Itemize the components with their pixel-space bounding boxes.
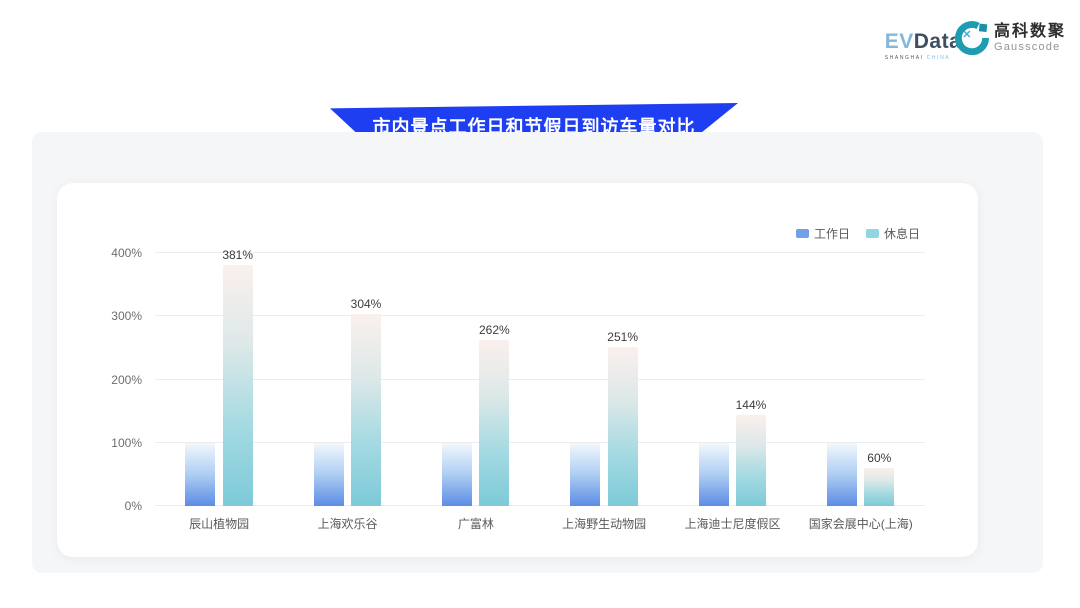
bar-休息日[interactable]: [608, 347, 638, 506]
data-label: 144%: [736, 398, 767, 412]
bar-工作日[interactable]: [185, 443, 215, 506]
bar-column: 304%: [351, 297, 382, 506]
bar-group: 304%: [283, 253, 411, 506]
bar-column: 60%: [864, 451, 894, 506]
category-label: 广富林: [412, 515, 540, 532]
bar-group: 60%: [797, 253, 925, 506]
bar-column: 262%: [479, 323, 510, 506]
data-label: 251%: [607, 330, 638, 344]
bar-工作日[interactable]: [827, 443, 857, 506]
data-label: 381%: [222, 248, 253, 262]
bar-工作日[interactable]: [314, 443, 344, 506]
bar-工作日[interactable]: [442, 443, 472, 506]
category-label: 上海野生动物园: [540, 515, 668, 532]
gausscode-name-cn: 高科数聚: [994, 23, 1066, 41]
bar-休息日[interactable]: [351, 314, 381, 506]
bar-column: [570, 443, 600, 506]
legend-item-工作日[interactable]: 工作日: [796, 225, 850, 242]
bar-休息日[interactable]: [223, 265, 253, 506]
bar-column: [185, 443, 215, 506]
chart-legend: 工作日 休息日: [796, 225, 920, 242]
category-axis: 辰山植物园上海欢乐谷广富林上海野生动物园上海迪士尼度假区国家会展中心(上海): [155, 515, 925, 532]
chart-panel: 工作日 休息日 0% 100% 200% 300% 400% 381% 304% 262% 251…: [32, 132, 1043, 573]
legend-item-休息日[interactable]: 休息日: [866, 225, 920, 242]
evdata-logo-subtitle: SHANGHAI CHINA: [885, 55, 972, 61]
bar-column: 251%: [607, 330, 638, 506]
data-label: 60%: [867, 451, 891, 465]
bar-group: 251%: [540, 253, 668, 506]
category-label: 国家会展中心(上海): [797, 515, 925, 532]
data-label: 304%: [351, 297, 382, 311]
plot-area: 0%100%200%300%400%381%304%262%251%144%60…: [155, 253, 925, 506]
y-axis-tick: 400%: [111, 246, 142, 260]
legend-label: 工作日: [814, 225, 850, 242]
gausscode-g-icon: [955, 21, 989, 55]
bar-group: 381%: [155, 253, 283, 506]
bar-工作日[interactable]: [570, 443, 600, 506]
bar-column: [442, 443, 472, 506]
legend-swatch: [796, 229, 809, 238]
bar-column: [827, 443, 857, 506]
gausscode-logo: 高科数聚 Gausscode: [955, 21, 1066, 55]
bar-groups: 381% 304% 262% 251% 144% 60%: [155, 253, 925, 506]
data-label: 262%: [479, 323, 510, 337]
bar-休息日[interactable]: [736, 415, 766, 506]
bar-column: 144%: [736, 398, 767, 506]
bar-group: 144%: [668, 253, 796, 506]
category-label: 上海迪士尼度假区: [668, 515, 796, 532]
bar-chart: 0%100%200%300%400%381%304%262%251%144%60…: [155, 253, 925, 532]
gausscode-name-en: Gausscode: [994, 41, 1066, 53]
y-axis-tick: 300%: [111, 309, 142, 323]
y-axis-tick: 100%: [111, 436, 142, 450]
bar-group: 262%: [412, 253, 540, 506]
category-label: 上海欢乐谷: [283, 515, 411, 532]
y-axis-tick: 0%: [125, 499, 142, 513]
bar-工作日[interactable]: [699, 443, 729, 506]
y-axis-tick: 200%: [111, 373, 142, 387]
chart-card: 工作日 休息日 0% 100% 200% 300% 400% 381% 304% 262% 251…: [57, 183, 978, 557]
legend-swatch: [866, 229, 879, 238]
category-label: 辰山植物园: [155, 515, 283, 532]
legend-label: 休息日: [884, 225, 920, 242]
bar-column: [699, 443, 729, 506]
bar-休息日[interactable]: [864, 468, 894, 506]
bar-休息日[interactable]: [479, 340, 509, 506]
bar-column: [314, 443, 344, 506]
bar-column: 381%: [222, 248, 253, 506]
